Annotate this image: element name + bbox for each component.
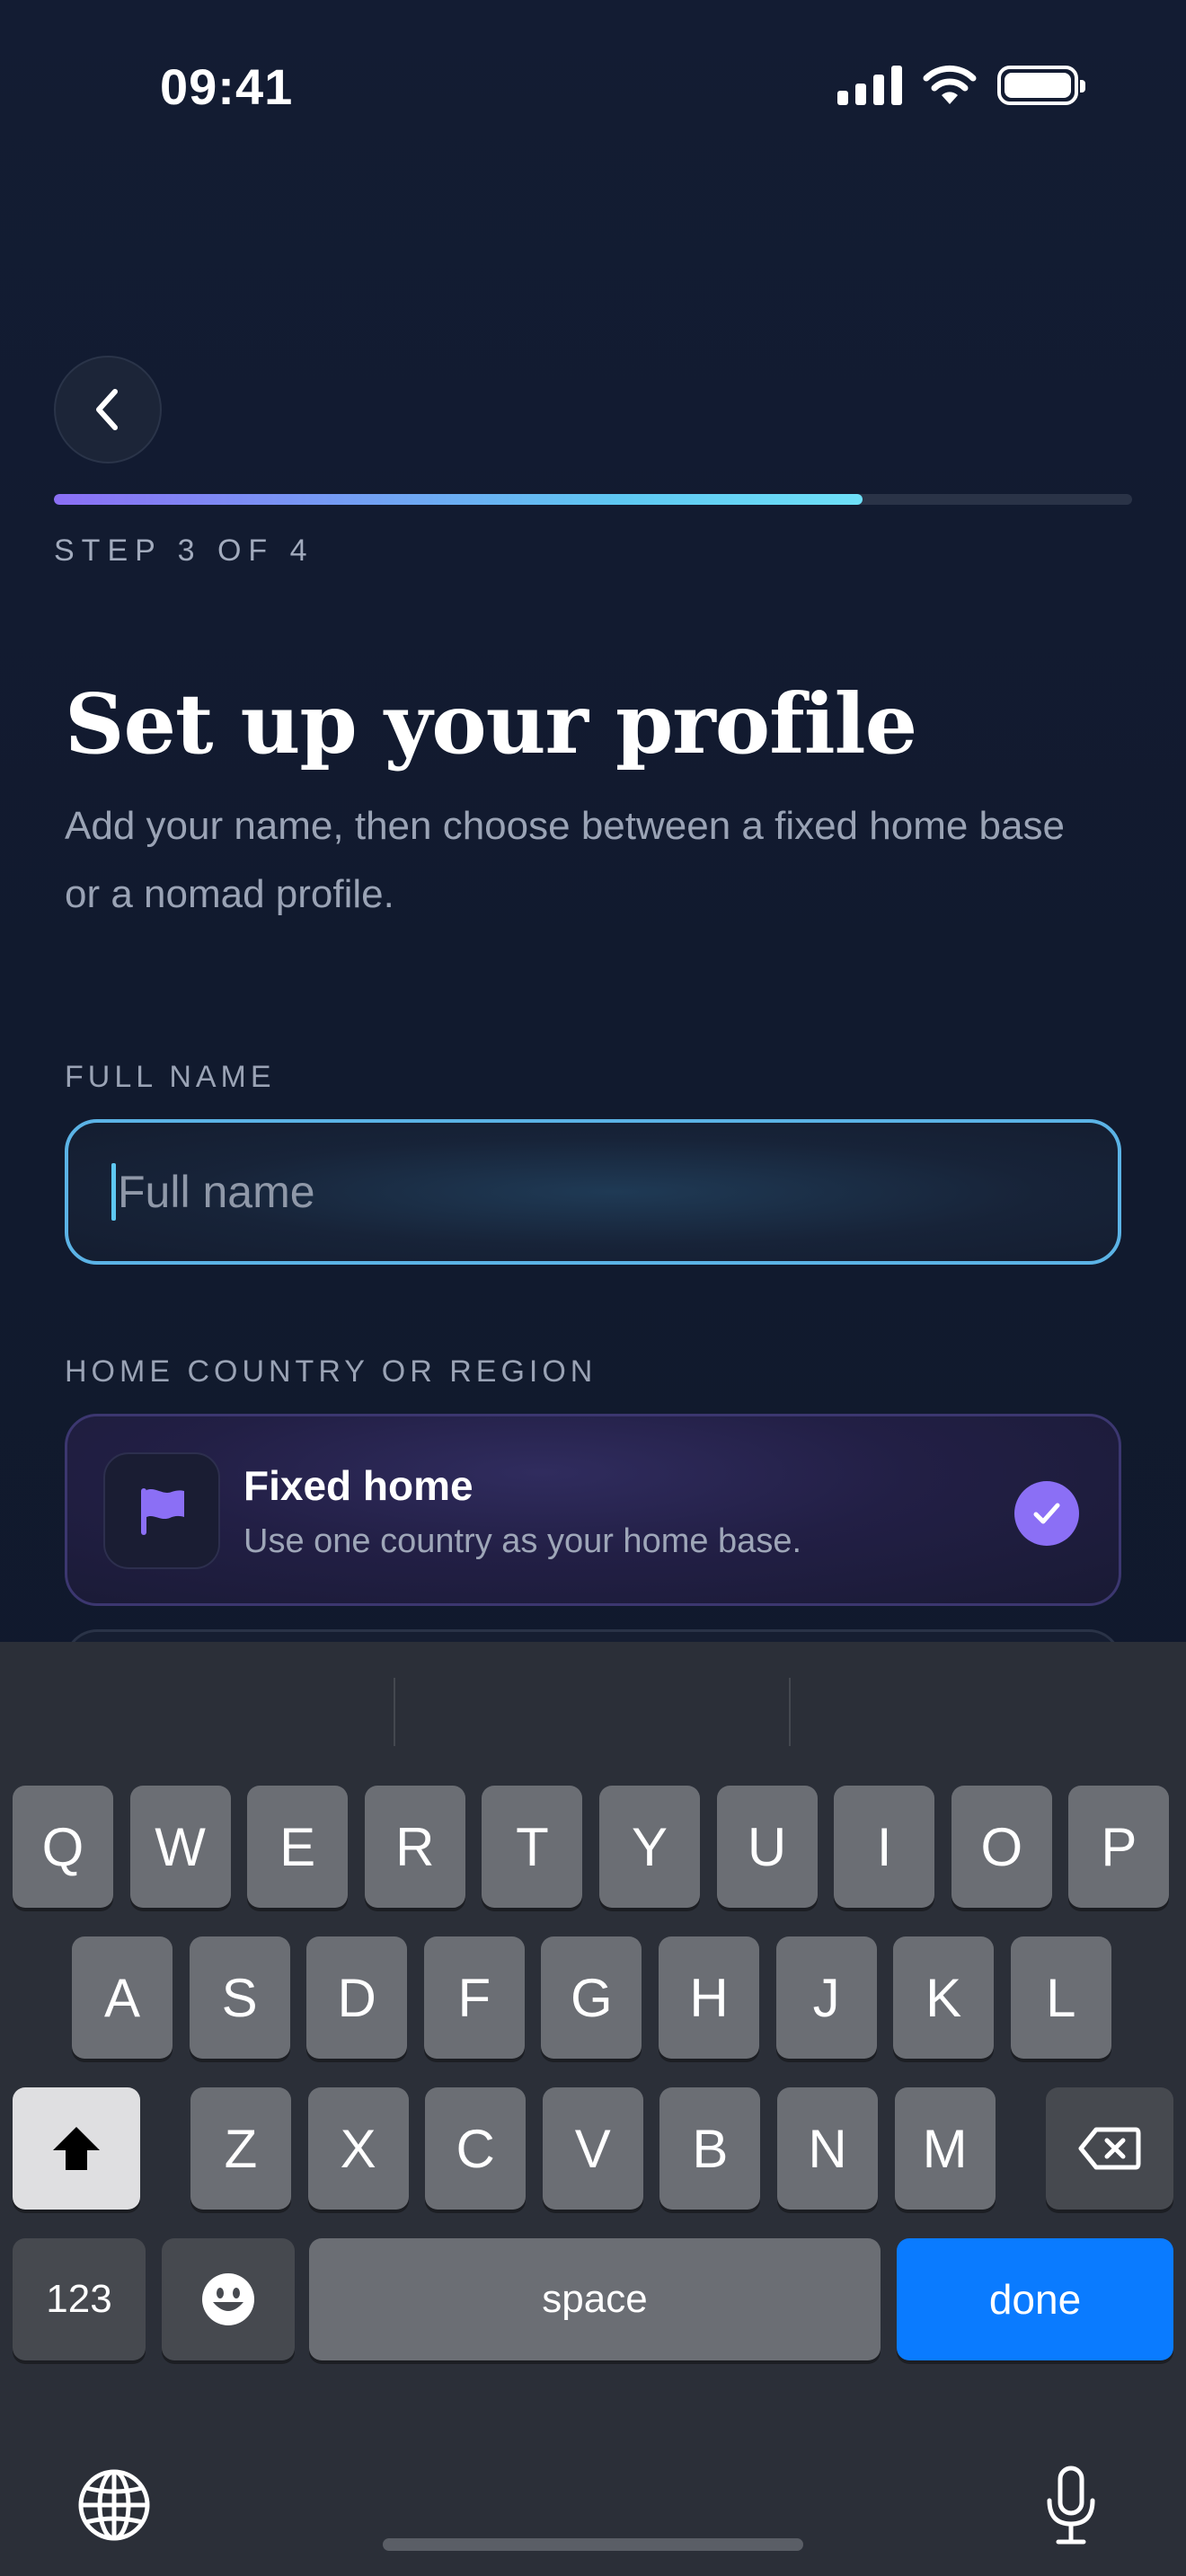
key-f[interactable]: F xyxy=(423,1936,525,2059)
key-p[interactable]: P xyxy=(1068,1786,1170,1908)
key-a[interactable]: A xyxy=(72,1936,173,2059)
full-name-placeholder: Full name xyxy=(118,1167,315,1217)
step-label: STEP 3 OF 4 xyxy=(54,534,314,568)
key-w[interactable]: W xyxy=(129,1786,231,1908)
key-y[interactable]: Y xyxy=(599,1786,700,1908)
globe-icon[interactable] xyxy=(77,2468,151,2542)
key-g[interactable]: G xyxy=(541,1936,642,2059)
key-m[interactable]: M xyxy=(894,2087,996,2210)
key-r[interactable]: R xyxy=(364,1786,465,1908)
key-q[interactable]: Q xyxy=(13,1786,113,1908)
shift-arrow-icon xyxy=(53,2127,100,2170)
suggestion-divider xyxy=(789,1678,791,1746)
key-e[interactable]: E xyxy=(247,1786,349,1908)
wifi-icon xyxy=(923,65,977,104)
home-indicator xyxy=(383,2538,803,2551)
option-description: Use one country as your home base. xyxy=(243,1522,802,1560)
option-fixed-home[interactable]: Fixed home Use one country as your home … xyxy=(65,1414,1121,1606)
key-t[interactable]: T xyxy=(482,1786,583,1908)
key-d[interactable]: D xyxy=(306,1936,408,2059)
key-j[interactable]: J xyxy=(775,1936,877,2059)
progress-bar xyxy=(54,494,1132,505)
key-o[interactable]: O xyxy=(951,1786,1052,1908)
shift-key[interactable] xyxy=(13,2087,140,2210)
back-button[interactable] xyxy=(54,356,162,463)
suggestion-divider xyxy=(394,1678,395,1746)
page-title: Set up your profile xyxy=(65,675,917,772)
key-x[interactable]: X xyxy=(307,2087,409,2210)
status-icons xyxy=(837,65,1085,106)
home-country-label: HOME COUNTRY OR REGION xyxy=(65,1354,597,1389)
full-name-label: FULL NAME xyxy=(65,1060,276,1094)
done-key[interactable]: done xyxy=(897,2238,1173,2360)
selected-check-icon xyxy=(1014,1481,1079,1546)
key-k[interactable]: K xyxy=(893,1936,995,2059)
profile-setup-screen: 09:41 STEP 3 OF 4 Set up your profile Ad… xyxy=(0,0,1186,2576)
text-caret xyxy=(111,1163,116,1221)
battery-icon xyxy=(997,66,1085,105)
cellular-signal-icon xyxy=(837,66,902,105)
emoji-icon xyxy=(202,2273,254,2325)
backspace-icon xyxy=(1078,2127,1141,2170)
page-subtitle: Add your name, then choose between a fix… xyxy=(65,804,1065,916)
key-u[interactable]: U xyxy=(716,1786,818,1908)
key-z[interactable]: Z xyxy=(190,2087,291,2210)
key-h[interactable]: H xyxy=(659,1936,759,2059)
space-key[interactable]: space xyxy=(309,2238,881,2360)
microphone-icon[interactable] xyxy=(1044,2465,1098,2545)
flag-icon xyxy=(141,1488,184,1535)
key-c[interactable]: C xyxy=(425,2087,527,2210)
chevron-left-icon xyxy=(96,389,118,430)
status-time: 09:41 xyxy=(160,58,294,115)
progress-fill xyxy=(54,494,863,505)
flag-tile xyxy=(103,1452,220,1569)
key-v[interactable]: V xyxy=(542,2087,643,2210)
option-title: Fixed home xyxy=(243,1462,474,1509)
key-n[interactable]: N xyxy=(777,2087,878,2210)
key-i[interactable]: I xyxy=(834,1786,935,1908)
key-s[interactable]: S xyxy=(189,1936,290,2059)
system-keyboard: QWERTYUIOP ASDFGHJKL ZXCVBNM 123 space d… xyxy=(0,1642,1186,2576)
key-l[interactable]: L xyxy=(1010,1936,1111,2059)
backspace-key[interactable] xyxy=(1046,2087,1173,2210)
emoji-key[interactable] xyxy=(162,2238,295,2360)
full-name-input[interactable]: Full name xyxy=(65,1119,1121,1265)
key-b[interactable]: B xyxy=(659,2087,761,2210)
numbers-key[interactable]: 123 xyxy=(13,2238,146,2360)
status-bar: 09:41 xyxy=(0,0,1186,171)
